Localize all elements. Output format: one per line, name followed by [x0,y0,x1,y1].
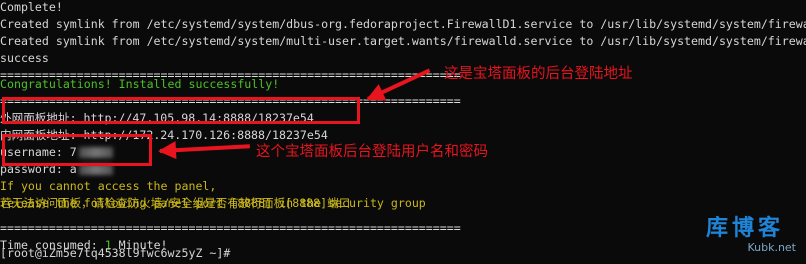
warning-cn-hint: 若无法访问面板，请检查防火墙/安全组是否有放行面板[8888]端口 [0,196,351,210]
highlight-credentials-box [2,134,152,166]
terminal-line-symlink-multiuser: Created symlink from /etc/systemd/system… [0,34,806,48]
annotation-login-url: 这是宝塔面板的后台登陆地址 [444,66,633,82]
annotation-credentials: 这个宝塔面板后台登陆用户名和密码 [256,144,488,160]
watermark-subtitle: Kubk.net [747,241,796,254]
watermark-title: 库博客 [706,216,785,241]
separator-bottom: ========================================… [0,221,461,235]
arrow-to-credentials [159,144,250,153]
congrats-message: Congratulations! Installed successfully! [0,77,280,91]
terminal-line-success: success [0,51,49,65]
terminal-window[interactable]: Complete! Created symlink from /etc/syst… [0,0,806,264]
highlight-login-url-box [2,97,360,124]
terminal-line-complete: Complete! [0,0,63,14]
warning-cannot-access: If you cannot access the panel, [0,179,217,193]
site-watermark: 库博客 Kubk.net [702,210,802,262]
terminal-line-symlink-dbus: Created symlink from /etc/systemd/system… [0,17,806,31]
shell-prompt[interactable]: [root@iZm5e7tq4538l9fwc6wz5yZ ~]# [0,246,230,261]
